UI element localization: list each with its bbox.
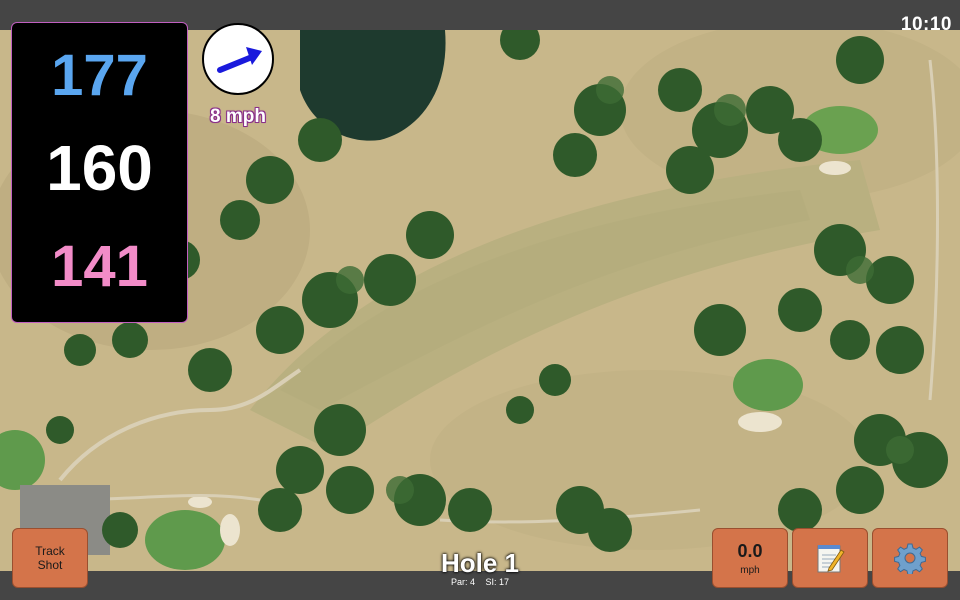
speed-unit: mph [740,564,760,576]
speed-value: 0.0 [737,540,763,561]
notes-button[interactable] [792,528,868,588]
settings-button[interactable] [872,528,948,588]
gear-icon [894,543,926,574]
hole-details: Par: 4 SI: 17 [380,577,580,587]
track-shot-button[interactable]: Track Shot [12,528,88,588]
hole-par: Par: 4 [450,577,475,587]
wind-speed: 8 mph [210,106,266,127]
arrow-icon [217,47,262,73]
middle-distance: 160 [46,132,153,204]
track-shot-label-line1: Track [35,543,65,558]
front-distance: 141 [51,234,148,299]
hole-title: Hole 1 [440,548,520,578]
speed-button[interactable]: 0.0 mph [712,528,788,588]
distance-panel: 177 160 141 [11,22,188,323]
wind-indicator [202,23,274,95]
track-shot-label-line2: Shot [37,558,63,572]
notepad-icon [817,545,845,573]
back-distance: 177 [51,43,148,108]
hole-stroke-index: SI: 17 [485,577,510,587]
